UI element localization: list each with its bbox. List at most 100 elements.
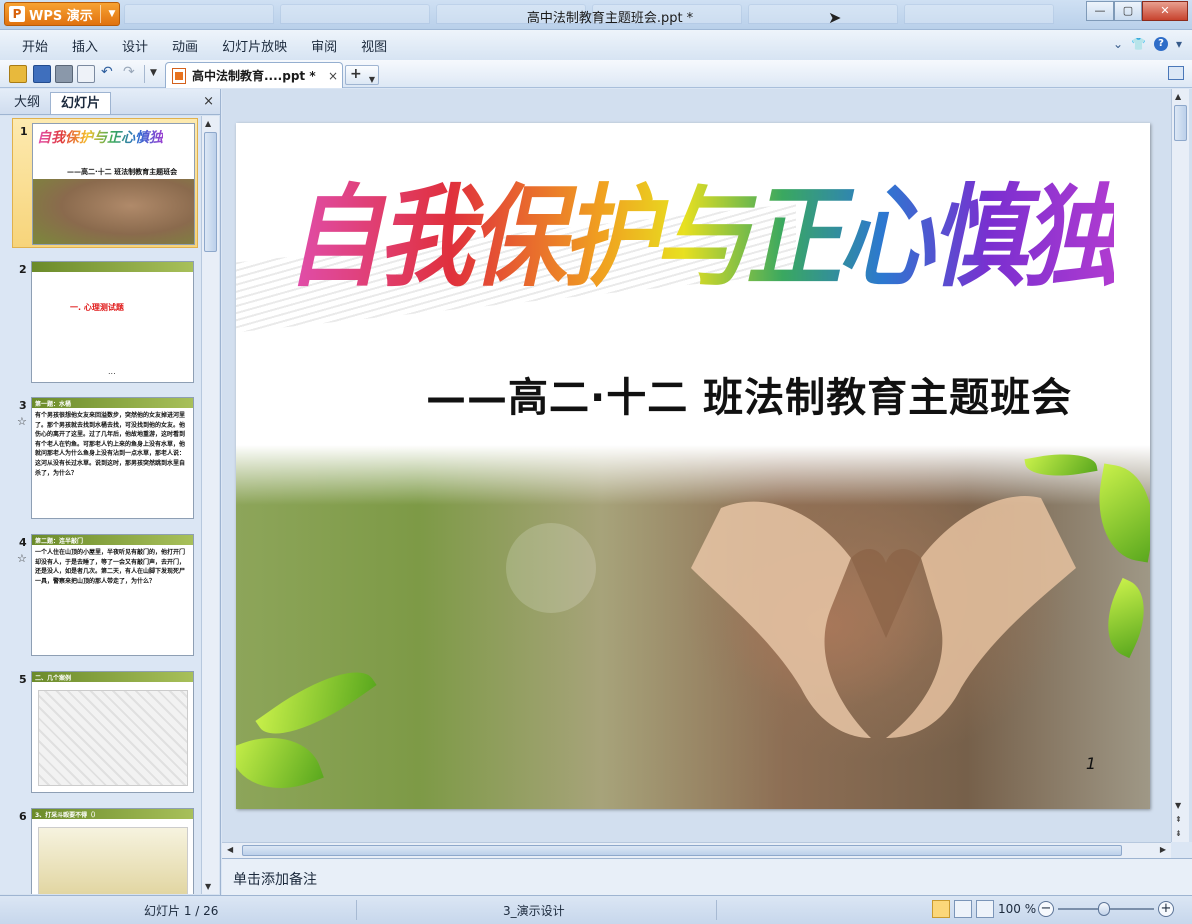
slide-title[interactable]: 自我保护与正心慎独: [286, 148, 1118, 308]
slide-page-number: 1: [1085, 754, 1096, 773]
slide-thumbnail-5[interactable]: 5 二、几个案例: [0, 667, 201, 797]
slide-preview: 第一题：水桶 有个男孩很想他女友来回溢数步，突然他的女友掉进河里了。那个男孩就去…: [31, 397, 194, 519]
menu-design[interactable]: 设计: [110, 36, 160, 55]
app-menu-button[interactable]: P WPS 演示 ▼: [4, 2, 120, 26]
slide-thumbnail-4[interactable]: 4 ☆ 第二题：连半敲门 一个人住在山顶的小屋里，半夜听见有敲门的，他打开门却没…: [0, 530, 201, 660]
maximize-button[interactable]: ▢: [1114, 1, 1142, 21]
document-tab-label: 高中法制教育....ppt *: [192, 69, 316, 83]
slideshow-view-icon[interactable]: [976, 900, 994, 918]
slide-list-scrollbar[interactable]: ▲ ▼: [201, 116, 219, 894]
thumb-cartoon: [38, 690, 188, 786]
editor-horizontal-scrollbar[interactable]: ◀ ▶: [222, 842, 1171, 858]
panel-tabs: 大纲 幻灯片 ×: [0, 89, 220, 115]
menu-slideshow[interactable]: 幻灯片放映: [210, 36, 299, 55]
tab-outline[interactable]: 大纲: [4, 92, 50, 114]
plus-icon: +: [350, 66, 362, 82]
notes-pane[interactable]: 单击添加备注: [222, 858, 1192, 895]
animation-star-icon: ☆: [17, 415, 27, 428]
slide-thumbnail-1[interactable]: 1 自我保护与正心慎独 ——高二·十二 班法制教育主题班会: [12, 118, 198, 248]
slide-thumbnail-2[interactable]: 2 一. 心理测试题 ...: [0, 257, 201, 387]
scroll-right-icon[interactable]: ▶: [1160, 845, 1166, 854]
mouse-cursor-icon: ➤: [828, 8, 842, 27]
document-tab[interactable]: 高中法制教育....ppt * ×: [165, 62, 343, 88]
current-slide[interactable]: 自我保护与正心慎独 ——高二·十二 班法制教育主题班会 1: [236, 123, 1150, 809]
slide-sorter-view-icon[interactable]: [954, 900, 972, 918]
save-icon[interactable]: [33, 65, 51, 83]
menu-review[interactable]: 审阅: [299, 36, 349, 55]
thumb-photo: [33, 179, 194, 244]
close-window-button[interactable]: ✕: [1142, 1, 1188, 21]
thumb-heading: 第二题：连半敲门: [35, 538, 84, 545]
scrollbar-thumb[interactable]: [242, 845, 1122, 856]
chevron-down-icon[interactable]: ▼: [369, 71, 375, 88]
menu-view[interactable]: 视图: [349, 36, 399, 55]
customize-toolbar-icon[interactable]: ▼: [150, 68, 157, 78]
scrollbar-thumb[interactable]: [204, 132, 217, 252]
chevron-down-icon[interactable]: ▾: [1176, 37, 1182, 51]
print-preview-icon[interactable]: [77, 65, 95, 83]
thumb-title: 自我保护与正心慎独: [37, 127, 163, 147]
undo-icon[interactable]: ↶: [101, 64, 113, 80]
thumb-heading: 一. 心理测试题: [70, 303, 124, 312]
zoom-in-icon[interactable]: +: [1158, 901, 1174, 917]
quick-access-toolbar: ↶ ↷ ▼ 高中法制教育....ppt * × + ▼: [0, 60, 1192, 88]
slide-number: 3: [19, 399, 27, 412]
new-tab-button[interactable]: + ▼: [345, 65, 379, 85]
slide-counter: 幻灯片 1 / 26: [144, 904, 219, 918]
zoom-slider-thumb[interactable]: [1098, 902, 1110, 916]
scroll-up-icon[interactable]: ▲: [1175, 92, 1181, 101]
close-tab-icon[interactable]: ×: [328, 69, 338, 83]
wps-logo-icon: P: [9, 6, 25, 22]
open-folder-icon[interactable]: [9, 65, 27, 83]
slide-preview: 二、几个案例: [31, 671, 194, 793]
slide-subtitle[interactable]: ——高二·十二 班法制教育主题班会: [426, 365, 1072, 423]
chevron-down-icon[interactable]: ⌄: [1113, 37, 1123, 51]
status-bar: 幻灯片 1 / 26 3_演示设计 100 % − +: [0, 895, 1192, 924]
animation-star-icon: ☆: [17, 552, 27, 565]
editor-vertical-scrollbar[interactable]: ▲ ▼ ⇞ ⇟: [1171, 89, 1189, 842]
slide-number: 4: [19, 536, 27, 549]
slide-thumbnail-list: 1 自我保护与正心慎独 ——高二·十二 班法制教育主题班会 2 一. 心理测试题…: [0, 116, 201, 894]
heart-hands-illustration: [691, 496, 1076, 738]
next-slide-icon[interactable]: ⇟: [1175, 829, 1182, 838]
slide-preview: 第二题：连半敲门 一个人住在山顶的小屋里，半夜听见有敲门的，他打开门却没有人，于…: [31, 534, 194, 656]
slide-number: 6: [19, 810, 27, 823]
thumb-heading: 第一题：水桶: [35, 401, 72, 408]
scrollbar-thumb[interactable]: [1174, 105, 1187, 141]
scroll-down-icon[interactable]: ▼: [205, 882, 211, 891]
redo-icon[interactable]: ↷: [123, 64, 135, 80]
scroll-down-icon[interactable]: ▼: [1175, 801, 1181, 810]
layout-toggle-icon[interactable]: [1168, 66, 1184, 80]
slide-number: 5: [19, 673, 27, 686]
slide-preview: 自我保护与正心慎独 ——高二·十二 班法制教育主题班会: [32, 123, 195, 245]
menu-insert[interactable]: 插入: [60, 36, 110, 55]
thumb-ellipsis: ...: [108, 367, 116, 376]
menu-animation[interactable]: 动画: [160, 36, 210, 55]
close-panel-icon[interactable]: ×: [203, 94, 214, 109]
scroll-left-icon[interactable]: ◀: [227, 845, 233, 854]
window-title: 高中法制教育主题班会.ppt *: [526, 11, 694, 26]
app-name: WPS 演示: [29, 8, 93, 24]
slide-thumbnail-3[interactable]: 3 ☆ 第一题：水桶 有个男孩很想他女友来回溢数步，突然他的女友掉进河里了。那个…: [0, 393, 201, 523]
print-icon[interactable]: [55, 65, 73, 83]
tab-slides[interactable]: 幻灯片: [50, 92, 112, 114]
zoom-level[interactable]: 100 %: [998, 902, 1036, 916]
slide-thumbnail-6[interactable]: 6 3、打采斗殴要不得（）: [0, 804, 201, 894]
title-bar: P WPS 演示 ▼ 高中法制教育主题班会.ppt * ➤ — ▢ ✕: [0, 0, 1192, 30]
notes-placeholder[interactable]: 单击添加备注: [233, 869, 317, 889]
normal-view-icon[interactable]: [932, 900, 950, 918]
slide-panel: 大纲 幻灯片 × 1 自我保护与正心慎独 ——高二·十二 班法制教育主题班会 2…: [0, 89, 221, 895]
slide-number: 1: [20, 125, 28, 138]
slide-preview: 一. 心理测试题 ...: [31, 261, 194, 383]
scroll-up-icon[interactable]: ▲: [205, 119, 211, 128]
previous-slide-icon[interactable]: ⇞: [1175, 815, 1182, 824]
window-controls: — ▢ ✕: [1086, 1, 1188, 21]
thumb-body: 一个人住在山顶的小屋里，半夜听见有敲门的，他打开门却没有人，于是去睡了，等了一会…: [35, 549, 186, 585]
zoom-out-icon[interactable]: −: [1038, 901, 1054, 917]
minimize-button[interactable]: —: [1086, 1, 1114, 21]
skin-shirt-icon[interactable]: 👕: [1131, 37, 1146, 51]
chevron-down-icon[interactable]: ▼: [105, 9, 119, 19]
help-icon[interactable]: ?: [1153, 37, 1168, 51]
thumb-body: 有个男孩很想他女友来回溢数步，突然他的女友掉进河里了。那个男孩就去找到水桶去找，…: [35, 412, 186, 477]
menu-home[interactable]: 开始: [10, 36, 60, 55]
